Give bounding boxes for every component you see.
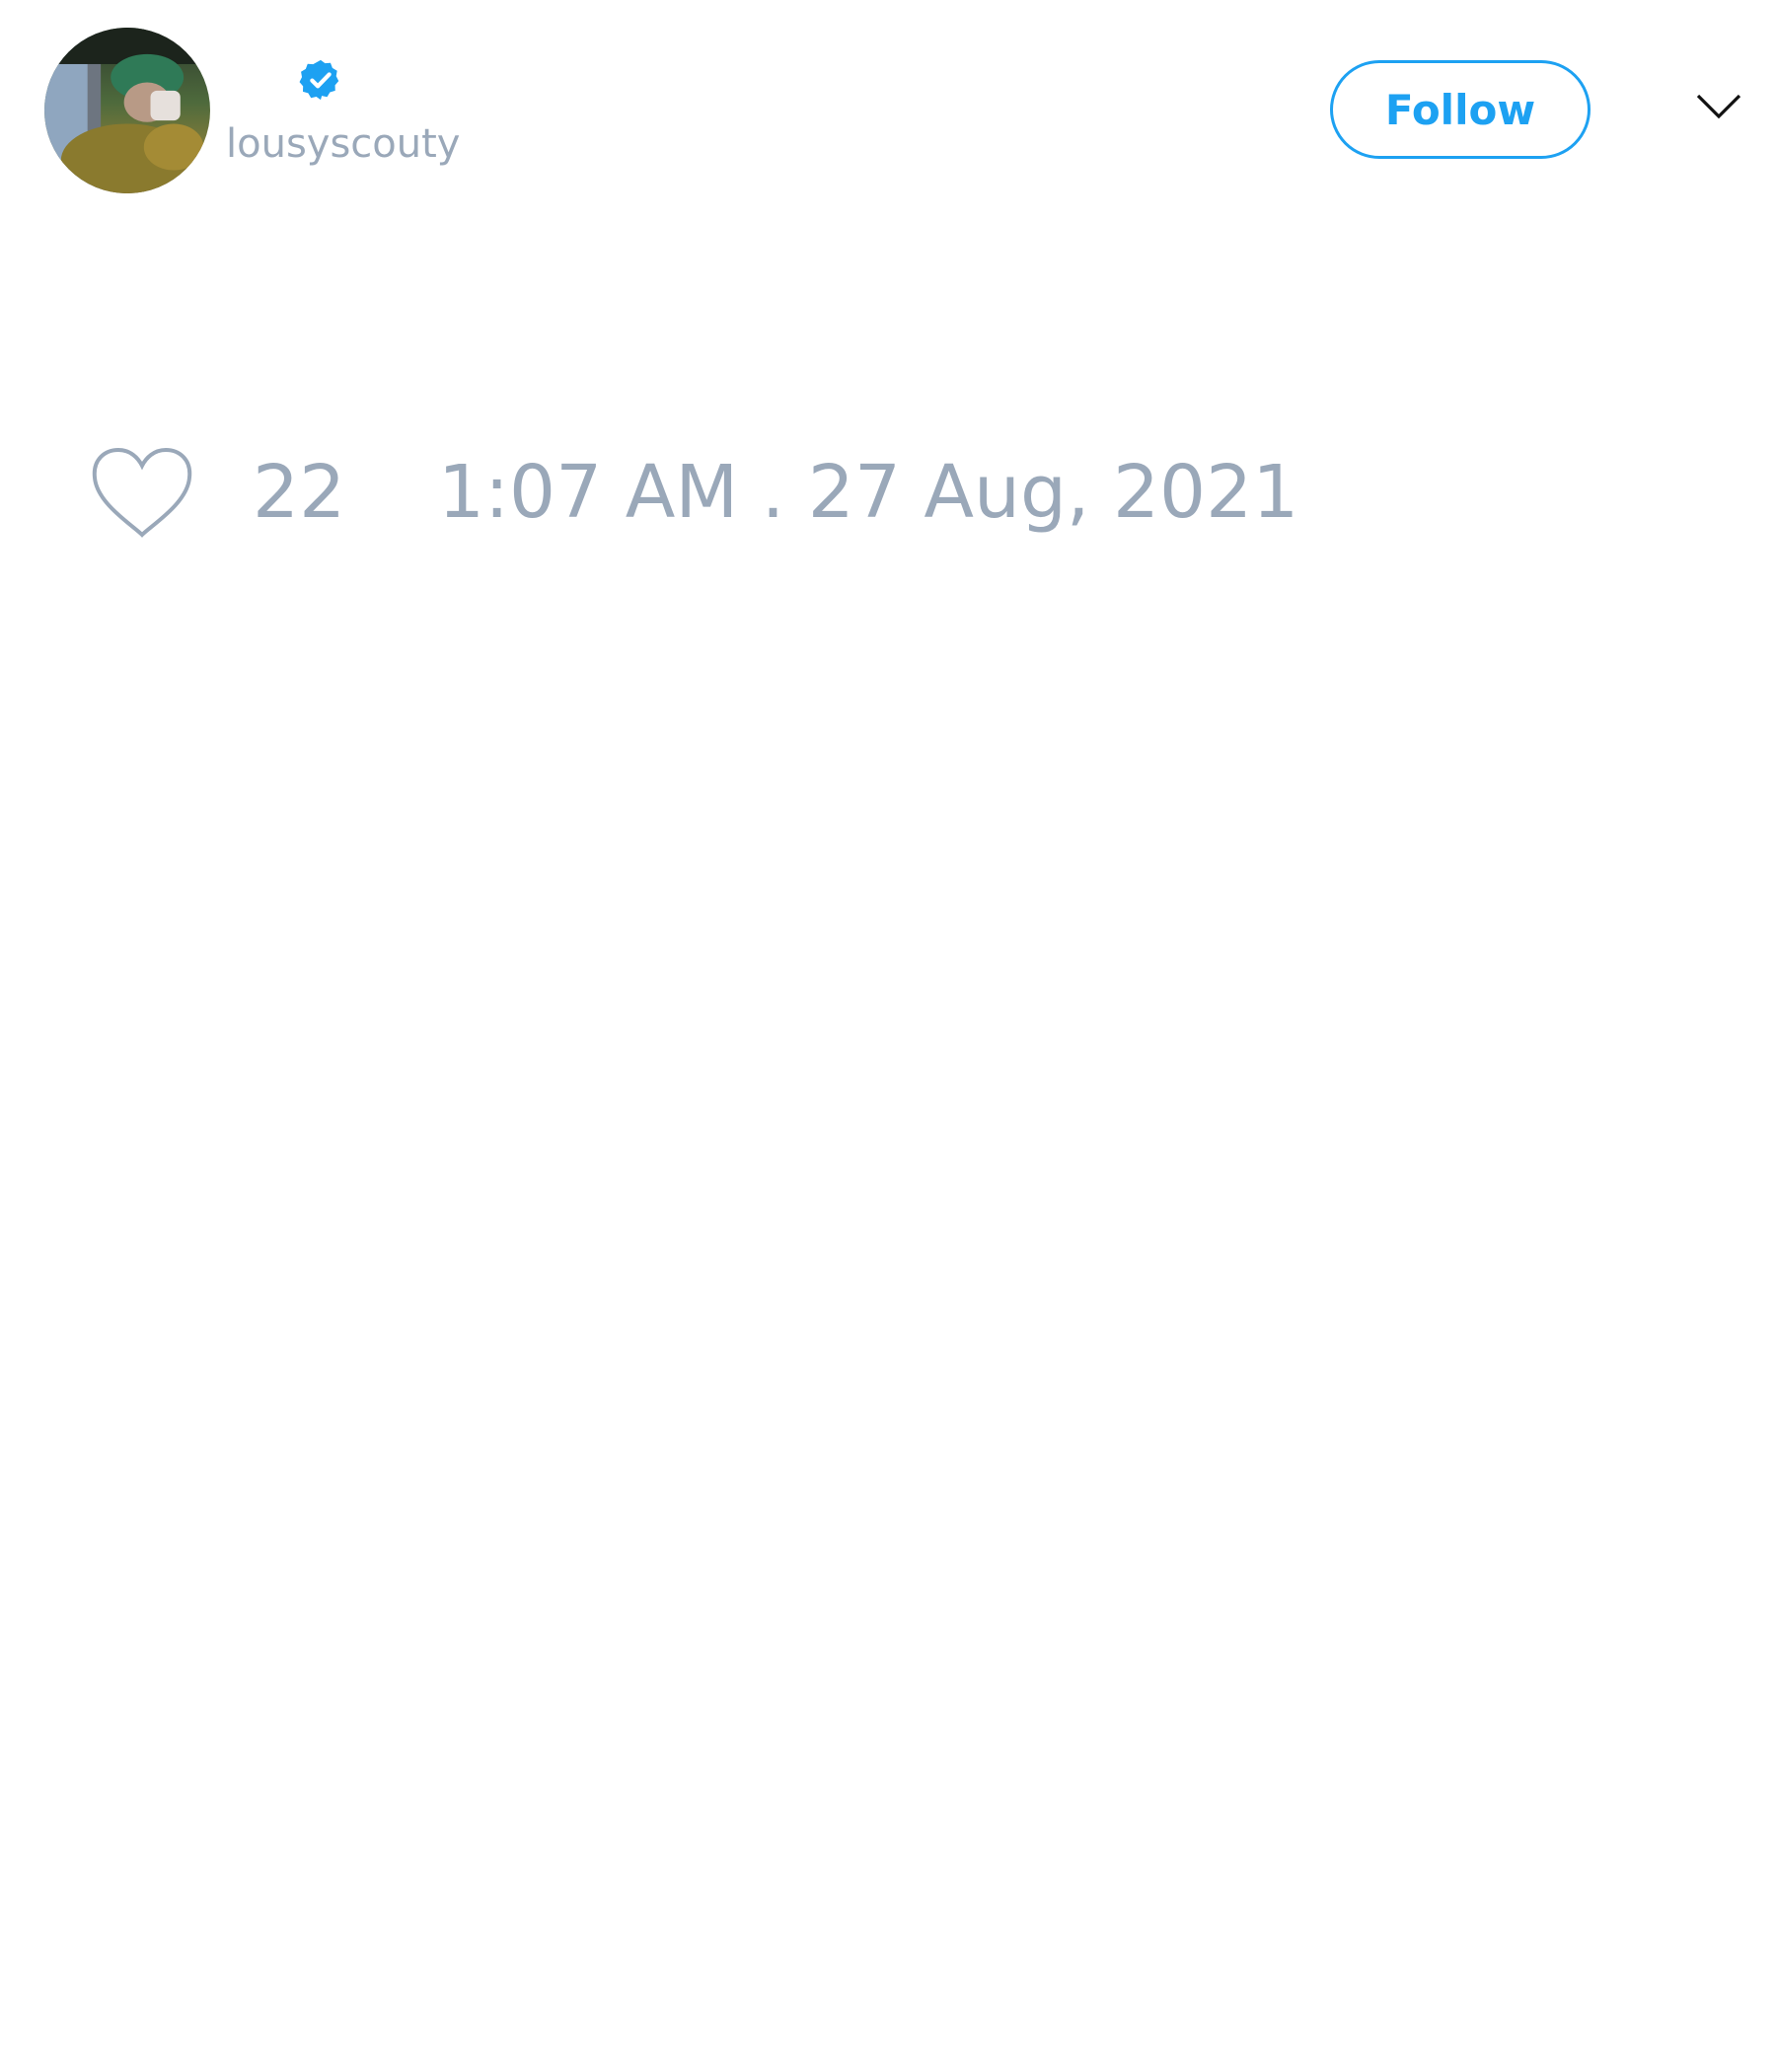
tweet-timestamp[interactable]: 1:07 AM . 27 Aug, 2021 [438, 456, 1298, 529]
verified-badge-icon [298, 57, 343, 103]
heart-outline-icon[interactable] [89, 446, 195, 541]
tweet-card: lousyscouty Follow 22 1:07 AM . 27 Aug, … [0, 0, 1776, 2072]
avatar[interactable] [44, 28, 210, 193]
follow-button[interactable]: Follow [1330, 60, 1591, 159]
like-count: 22 [253, 450, 346, 535]
chevron-down-icon[interactable] [1695, 91, 1742, 122]
author-handle[interactable]: lousyscouty [226, 124, 460, 164]
